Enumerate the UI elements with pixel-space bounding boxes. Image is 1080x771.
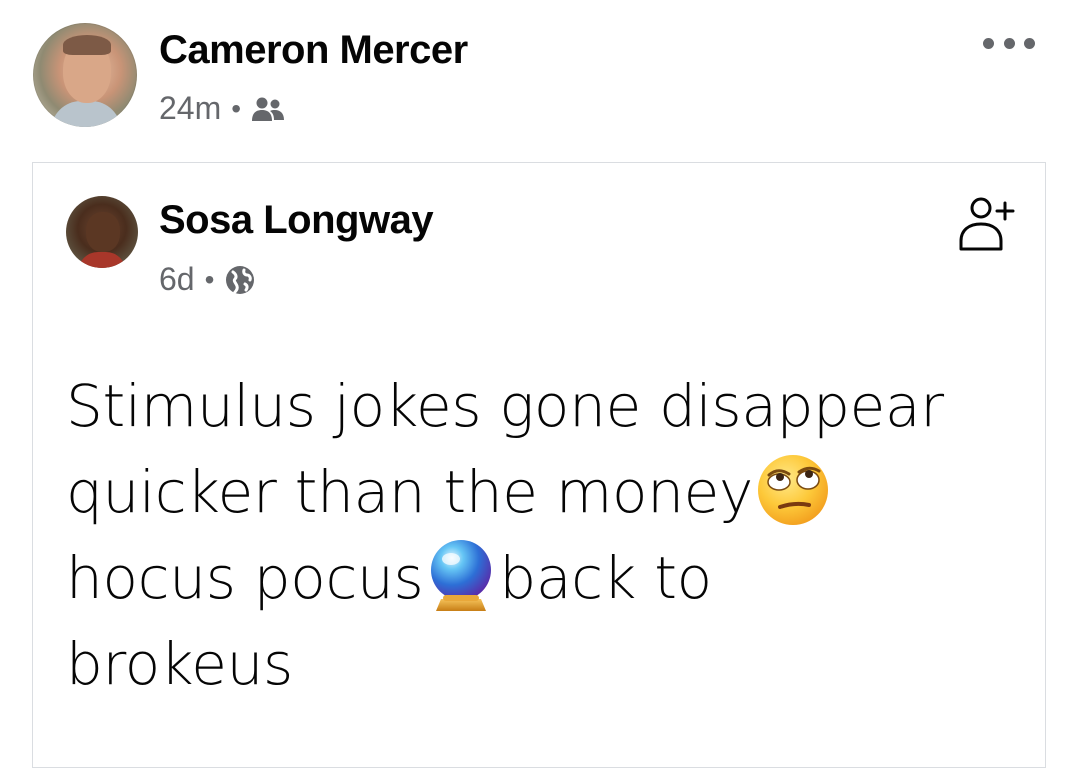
shared-post-meta: 6d • (159, 261, 256, 298)
post-meta: 24m • (159, 90, 285, 127)
avatar-hair (63, 35, 111, 55)
post-text-line: brokeus (66, 621, 1026, 707)
text-segment: back to (499, 544, 712, 612)
post-header: Cameron Mercer 24m • (0, 0, 1080, 150)
meta-separator: • (204, 263, 215, 295)
shared-author-name[interactable]: Sosa Longway (159, 198, 434, 243)
globe-icon[interactable] (224, 264, 256, 296)
text-segment: Stimulus jokes gone disappear (66, 372, 944, 440)
meta-separator: • (231, 92, 242, 124)
avatar-collar (78, 252, 126, 268)
shared-post-card[interactable]: Sosa Longway 6d • Stimulus jokes gone di… (32, 162, 1046, 768)
post-text-line: quicker than the money (66, 449, 1026, 535)
friends-icon[interactable] (251, 96, 285, 122)
shared-author-avatar[interactable] (66, 196, 138, 268)
shared-post-timestamp[interactable]: 6d (159, 261, 195, 298)
more-dot (1024, 37, 1035, 49)
author-name[interactable]: Cameron Mercer (159, 28, 468, 73)
more-options-icon[interactable] (983, 30, 1035, 56)
post-timestamp[interactable]: 24m (159, 90, 221, 127)
text-segment: quicker than the money (66, 458, 754, 526)
post-text-line: Stimulus jokes gone disappear (66, 363, 1026, 449)
add-friend-icon[interactable] (957, 191, 1019, 253)
post-text-line: hocus pocus back to (66, 535, 1026, 621)
avatar-face (86, 212, 120, 252)
text-segment: hocus pocus (66, 544, 424, 612)
post-text: Stimulus jokes gone disappear quicker th… (66, 363, 1026, 707)
text-segment: brokeus (66, 630, 293, 698)
avatar-shirt (51, 101, 121, 127)
author-avatar[interactable] (33, 23, 137, 127)
more-dot (1003, 37, 1015, 49)
crystal-ball-icon (431, 540, 492, 611)
more-dot (983, 37, 994, 49)
face-with-rolling-eyes-icon (758, 455, 829, 525)
